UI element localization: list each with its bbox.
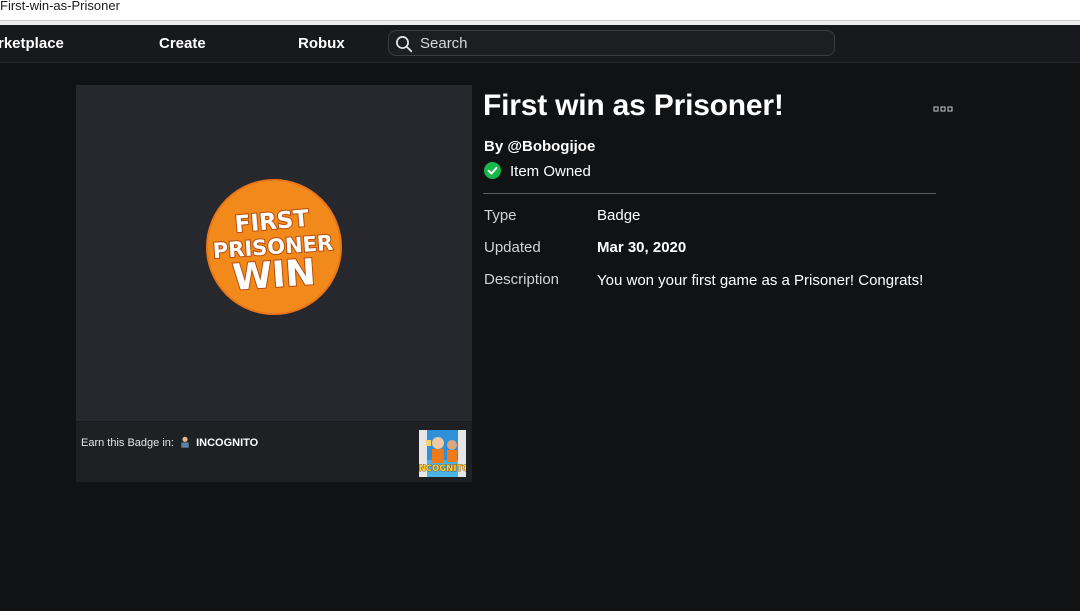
ownership-status: Item Owned: [484, 162, 591, 180]
creator-line: By @Bobogijoe: [484, 138, 595, 155]
badge-image: FIRST PRISONER WIN: [206, 179, 342, 315]
search-box[interactable]: [388, 30, 835, 56]
check-circle-icon: [484, 162, 501, 179]
top-navigation: rketplace Create Robux: [0, 25, 1080, 63]
description-value: You won your first game as a Prisoner! C…: [597, 272, 924, 289]
player-avatar-icon: [181, 436, 189, 448]
game-thumbnail[interactable]: INCOGNITO: [419, 430, 466, 477]
search-icon: [396, 36, 413, 53]
game-link[interactable]: INCOGNITO: [196, 437, 258, 449]
creator-prefix: By: [484, 138, 504, 155]
earn-badge-bar: Earn this Badge in: INCOGNITO INCOGNITO: [76, 421, 472, 482]
item-thumbnail-panel: FIRST PRISONER WIN Earn this Badge in: I…: [76, 85, 472, 482]
nav-create[interactable]: Create: [159, 25, 206, 62]
search-input[interactable]: [420, 33, 820, 53]
earn-badge-info: Earn this Badge in: INCOGNITO: [81, 436, 258, 449]
window-title-bar: First-win-as-Prisoner: [0, 0, 1080, 21]
description-label: Description: [484, 271, 560, 288]
type-value: Badge: [597, 207, 641, 224]
game-thumbnail-text: INCOGNITO: [419, 464, 466, 474]
details-divider: [483, 193, 936, 194]
owned-label: Item Owned: [510, 163, 591, 180]
updated-label: Updated: [484, 239, 541, 256]
badge-text-win: WIN: [231, 252, 317, 299]
more-options-icon[interactable]: [933, 104, 953, 114]
earn-badge-prefix: Earn this Badge in:: [81, 437, 174, 449]
nav-robux[interactable]: Robux: [298, 25, 345, 62]
nav-marketplace[interactable]: rketplace: [0, 25, 64, 62]
updated-value: Mar 30, 2020: [597, 239, 687, 256]
item-title: First win as Prisoner!: [483, 89, 784, 122]
creator-link[interactable]: @Bobogijoe: [507, 138, 595, 155]
window-title: First-win-as-Prisoner: [0, 0, 120, 13]
type-label: Type: [484, 207, 517, 224]
